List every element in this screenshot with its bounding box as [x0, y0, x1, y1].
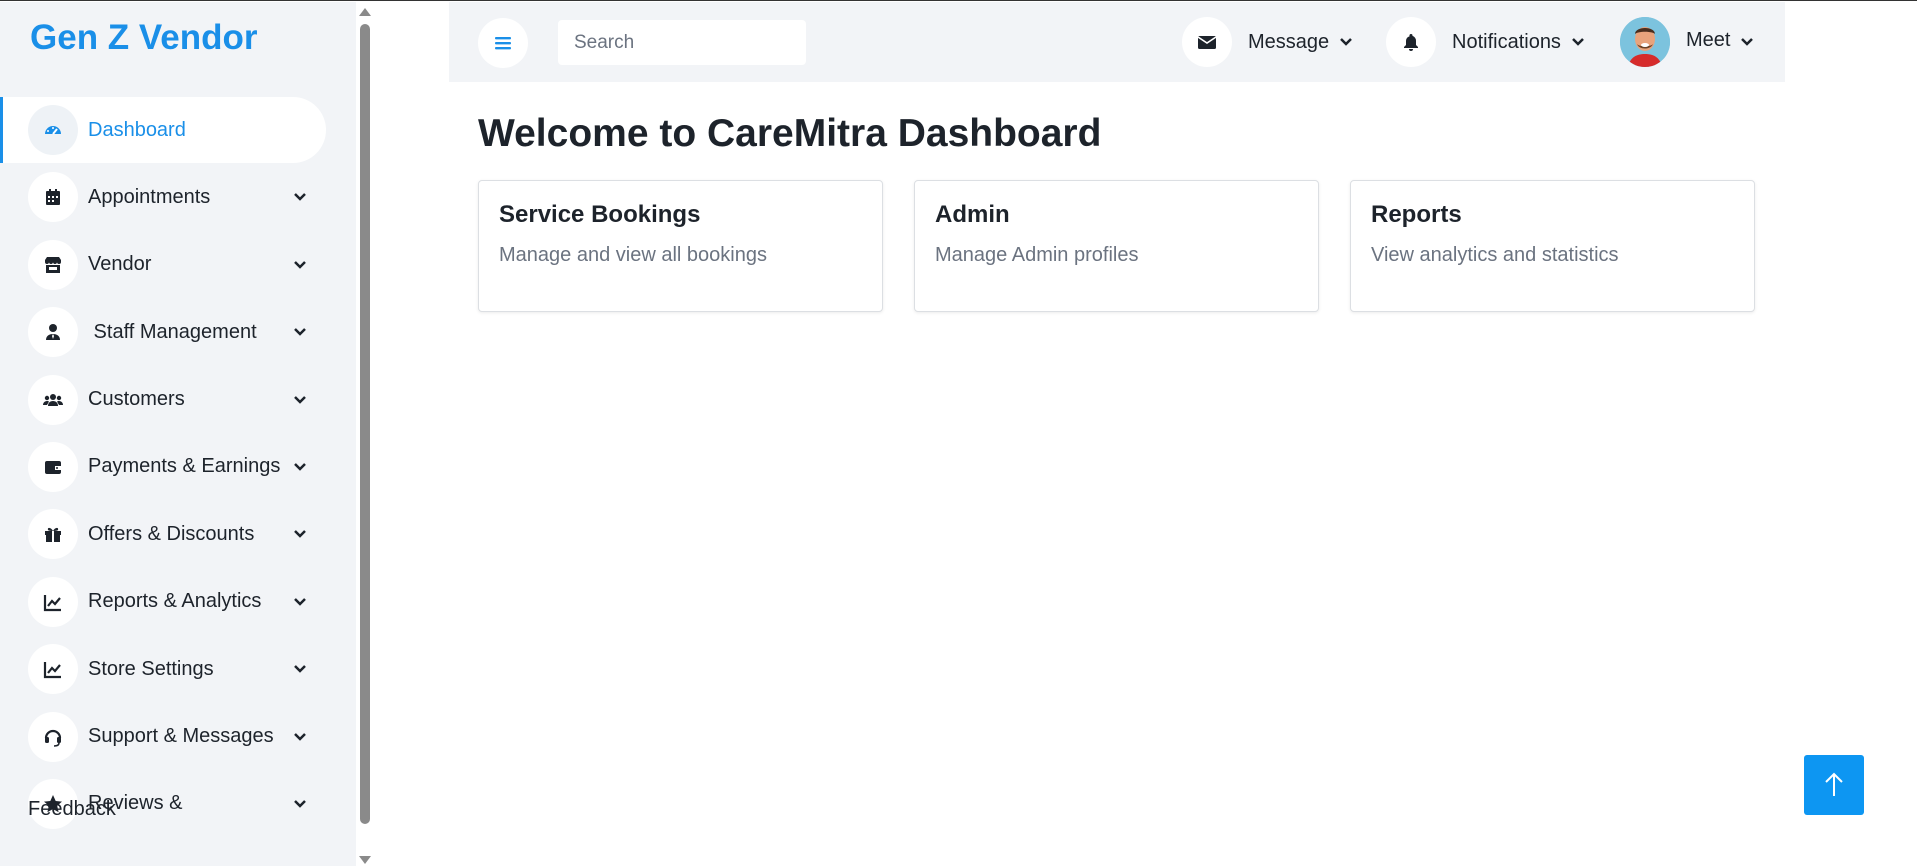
chevron-down-icon: [294, 597, 306, 606]
card-title: Admin: [935, 201, 1010, 228]
gauge-icon: [28, 105, 78, 155]
topbar: Message Notifications Meet: [449, 2, 1785, 82]
notifications-label: Notifications: [1452, 30, 1561, 53]
sidebar-item-label: Staff Management: [88, 320, 257, 343]
main-content: Welcome to CareMitra Dashboard Service B…: [449, 82, 1785, 866]
calendar-icon: [28, 172, 78, 223]
card-title: Reports: [1371, 201, 1462, 228]
sidebar-item-label: Appointments: [88, 185, 211, 208]
scroll-up-arrow-icon[interactable]: [359, 8, 371, 16]
sidebar-item-label: Customers: [88, 388, 185, 411]
sidebar-item-label: Store Settings: [88, 657, 214, 680]
sidebar-item-store-settings[interactable]: Store Settings: [0, 636, 356, 702]
card-title: Service Bookings: [499, 201, 701, 228]
scroll-down-arrow-icon[interactable]: [359, 856, 371, 864]
sidebar-item-label: Vendor: [88, 253, 152, 276]
chevron-down-icon: [294, 530, 306, 539]
hamburger-icon: [495, 37, 511, 50]
sidebar-item-payments-earnings[interactable]: Payments & Earnings: [0, 434, 356, 500]
chevron-down-icon: [294, 732, 306, 741]
card-text: Manage and view all bookings: [499, 244, 767, 266]
chevron-down-icon: [294, 800, 306, 808]
chevron-down-icon: [294, 193, 306, 202]
envelope-icon: [1182, 17, 1232, 67]
sidebar-item-dashboard[interactable]: Dashboard: [0, 97, 326, 163]
card-text: View analytics and statistics: [1371, 244, 1619, 266]
sidebar: Gen Z Vendor Dashboard Appointments Vend…: [0, 2, 356, 866]
sidebar-item-support-messages[interactable]: Support & Messages: [0, 704, 356, 770]
card-admin[interactable]: Admin Manage Admin profiles: [914, 180, 1319, 312]
message-dropdown[interactable]: Message: [1182, 17, 1353, 67]
wallet-icon: [28, 441, 78, 492]
chevron-down-icon: [294, 665, 306, 673]
sidebar-item-label: Offers & Discounts: [88, 522, 255, 545]
user-tie-icon: [28, 307, 78, 358]
chart-line-icon: [28, 576, 78, 627]
arrow-up-icon: [1825, 772, 1843, 796]
chevron-down-icon: [294, 260, 306, 269]
sidebar-item-offers-discounts[interactable]: Offers & Discounts: [0, 501, 356, 567]
message-label: Message: [1248, 30, 1330, 53]
gift-icon: [28, 509, 78, 560]
page-title: Welcome to CareMitra Dashboard: [478, 112, 1102, 155]
sidebar-item-label: Support & Messages: [88, 725, 274, 748]
sidebar-item-customers[interactable]: Customers: [0, 367, 356, 433]
menu-toggle-button[interactable]: [478, 18, 528, 68]
sidebar-item-label-tail: Feedback: [28, 798, 116, 820]
chevron-down-icon: [294, 463, 306, 471]
sidebar-nav: Dashboard Appointments Vendor Staff Mana…: [0, 97, 356, 838]
user-name: Meet: [1686, 28, 1731, 51]
user-menu[interactable]: Meet: [1620, 17, 1754, 67]
sidebar-item-staff-management[interactable]: Staff Management: [0, 299, 356, 365]
chevron-down-icon: [294, 395, 306, 404]
card-reports[interactable]: Reports View analytics and statistics: [1350, 180, 1755, 312]
headset-icon: [28, 711, 78, 762]
chevron-down-icon: [1741, 38, 1754, 46]
sidebar-item-appointments[interactable]: Appointments: [0, 164, 356, 230]
card-service-bookings[interactable]: Service Bookings Manage and view all boo…: [478, 180, 883, 312]
scrollbar-thumb[interactable]: [360, 24, 370, 824]
chevron-down-icon: [294, 328, 306, 336]
brand-logo[interactable]: Gen Z Vendor: [30, 18, 258, 58]
sidebar-item-label: Payments & Earnings: [88, 455, 281, 478]
chevron-down-icon: [1572, 38, 1584, 46]
sidebar-item-label: Reports & Analytics: [88, 590, 262, 613]
users-icon: [28, 374, 78, 425]
notifications-dropdown[interactable]: Notifications: [1386, 17, 1585, 67]
bell-icon: [1386, 17, 1436, 67]
avatar: [1620, 17, 1670, 67]
card-text: Manage Admin profiles: [935, 244, 1139, 266]
sidebar-scrollbar[interactable]: [356, 2, 373, 866]
chevron-down-icon: [1340, 38, 1353, 46]
sidebar-item-reports-analytics[interactable]: Reports & Analytics: [0, 569, 356, 635]
sidebar-item-vendor[interactable]: Vendor: [0, 232, 356, 298]
store-icon: [28, 239, 78, 290]
search-input[interactable]: [558, 20, 806, 65]
chart-line-icon: [28, 644, 78, 695]
sidebar-item-label: Dashboard: [88, 118, 186, 141]
back-to-top-button[interactable]: [1804, 755, 1864, 815]
